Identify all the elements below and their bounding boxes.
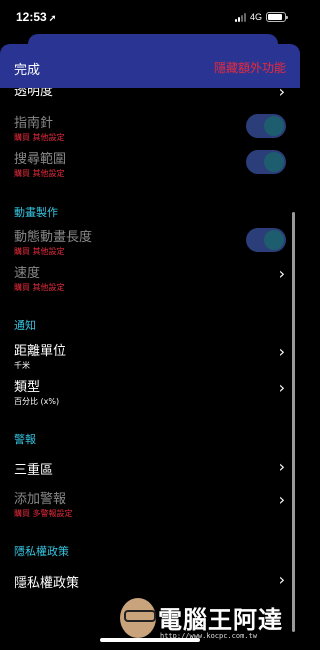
row-title: 距離單位 xyxy=(14,344,67,359)
row-add-alert[interactable]: 添加警報 購買 多警報設定 › xyxy=(14,488,289,519)
row-subtitle: 購買 其他設定 xyxy=(14,283,65,292)
row-triple-zone[interactable]: 三重區 › xyxy=(14,457,289,478)
search-range-toggle[interactable] xyxy=(246,150,286,174)
chevron-right-icon: › xyxy=(278,264,285,283)
row-subtitle: 百分比 (x%) xyxy=(14,397,60,406)
toggle-knob xyxy=(264,230,284,250)
chevron-right-icon: › xyxy=(278,378,285,397)
row-title: 隱私權政策 xyxy=(14,576,80,591)
chevron-right-icon: › xyxy=(278,490,285,509)
chevron-right-icon: › xyxy=(278,457,285,476)
top-bar: 完成 隱藏額外功能 xyxy=(0,44,300,88)
row-title: 三重區 xyxy=(14,463,54,478)
watermark-text: 電腦王阿達 xyxy=(158,606,283,634)
scrollbar[interactable] xyxy=(292,212,295,632)
settings-list[interactable]: 透明度 › 指南針 購買 其他設定 搜尋範圍 購買 其他設定 動畫製作 動態動畫… xyxy=(0,0,300,650)
section-privacy: 隱私權政策 xyxy=(14,545,69,558)
row-title: 添加警報 xyxy=(14,492,67,507)
row-anim-length: 動態動畫長度 購買 其他設定 xyxy=(14,226,289,257)
row-privacy-policy[interactable]: 隱私權政策 › xyxy=(14,570,289,591)
section-alert: 警報 xyxy=(14,433,36,446)
row-distance-unit[interactable]: 距離單位 千米 › xyxy=(14,340,289,371)
row-title: 速度 xyxy=(14,266,41,281)
home-indicator[interactable] xyxy=(100,638,200,642)
row-speed[interactable]: 速度 購買 其他設定 › xyxy=(14,262,289,293)
done-button[interactable]: 完成 xyxy=(14,59,40,78)
section-notify: 通知 xyxy=(14,319,36,332)
row-search-range: 搜尋範圍 購買 其他設定 xyxy=(14,148,289,179)
hide-extra-features-button[interactable]: 隱藏額外功能 xyxy=(214,59,286,76)
row-type[interactable]: 類型 百分比 (x%) › xyxy=(14,376,289,407)
row-title: 類型 xyxy=(14,380,41,395)
anim-length-toggle[interactable] xyxy=(246,228,286,252)
toggle-knob xyxy=(264,116,284,136)
row-compass: 指南針 購買 其他設定 xyxy=(14,112,289,143)
chevron-right-icon: › xyxy=(278,570,285,589)
toggle-knob xyxy=(264,152,284,172)
row-subtitle: 購買 多警報設定 xyxy=(14,509,73,518)
compass-toggle[interactable] xyxy=(246,114,286,138)
mascot-icon xyxy=(120,598,156,638)
row-subtitle: 千米 xyxy=(14,361,30,370)
section-animation: 動畫製作 xyxy=(14,206,58,219)
chevron-right-icon: › xyxy=(278,342,285,361)
